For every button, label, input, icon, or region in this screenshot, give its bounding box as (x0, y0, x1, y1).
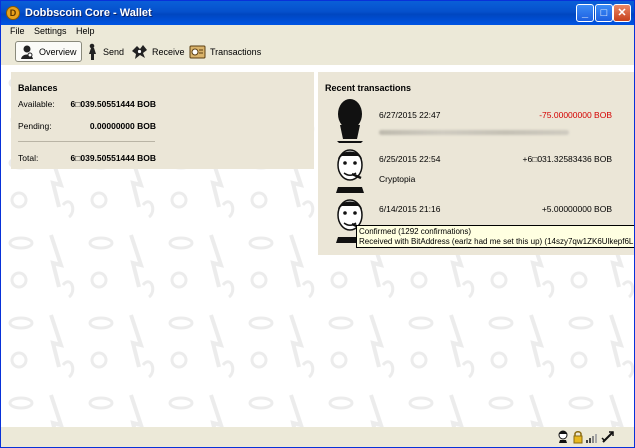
overview-label: Overview (39, 46, 77, 57)
transaction-amount: -75.00000000 BOB (539, 110, 612, 120)
bob-icon[interactable] (557, 430, 569, 444)
window-title: Dobbscoin Core - Wallet (25, 7, 152, 19)
transaction-date: 6/14/2015 21:16 (379, 204, 441, 214)
status-bar (1, 427, 634, 447)
receive-button[interactable]: Receive (131, 41, 185, 62)
title-bar[interactable]: D Dobbscoin Core - Wallet _ □ ✕ (1, 1, 634, 25)
balance-divider (18, 141, 155, 142)
pending-value: 0.00000000 BOB (89, 121, 156, 131)
menu-file[interactable]: File (10, 26, 25, 36)
transaction-amount: +6□031.32583436 BOB (522, 154, 613, 164)
transaction-label: Cryptopia (379, 174, 416, 184)
transactions-icon (189, 45, 206, 58)
recent-transactions-title: Recent transactions (325, 83, 412, 93)
transactions-button[interactable]: Transactions (189, 41, 261, 62)
pending-label: Pending: (18, 121, 52, 131)
tooltip-details: Received with BitAddress (earlz had me s… (359, 237, 634, 246)
transaction-date: 6/27/2015 22:47 (379, 110, 441, 120)
bob-face-icon (336, 149, 364, 193)
total-label: Total: (18, 153, 39, 163)
transactions-label: Transactions (210, 46, 262, 57)
transaction-tooltip: Confirmed (1292 confirmations) Received … (356, 225, 634, 248)
balances-panel: Balances Available: 6□039.50551444 BOB P… (11, 72, 314, 169)
tooltip-status: Confirmed (1292 confirmations) (359, 227, 472, 236)
bob-silhouette-icon (337, 99, 363, 143)
overview-icon (21, 45, 33, 59)
transaction-row[interactable]: 6/25/2015 22:54 +6□031.32583436 BOB Cryp… (318, 147, 634, 195)
send-label: Send (103, 46, 125, 57)
close-button[interactable]: ✕ (613, 4, 631, 22)
overview-button[interactable]: Overview (15, 41, 82, 62)
menu-help[interactable]: Help (76, 26, 95, 36)
available-value: 6□039.50551444 BOB (70, 99, 156, 109)
dobbscoin-logo-icon: D (6, 6, 20, 20)
receive-icon (132, 44, 147, 59)
balances-title: Balances (18, 83, 58, 93)
transaction-date: 6/25/2015 22:54 (379, 154, 441, 164)
menu-bar: File Settings Help (1, 25, 634, 39)
available-label: Available: (18, 99, 55, 109)
app-window: D Dobbscoin Core - Wallet _ □ ✕ File Set… (0, 0, 635, 448)
lock-icon[interactable] (573, 430, 583, 444)
menu-settings[interactable]: Settings (34, 26, 67, 36)
toolbar: Overview Send Receive Transactions (1, 39, 634, 65)
send-icon (89, 43, 96, 60)
sync-check-icon[interactable] (601, 430, 615, 444)
transaction-row[interactable]: 6/27/2015 22:47 -75.00000000 BOB (318, 97, 634, 145)
receive-label: Receive (152, 46, 185, 57)
send-button[interactable]: Send (87, 41, 124, 62)
minimize-button[interactable]: _ (576, 4, 594, 22)
total-value: 6□039.50551444 BOB (70, 153, 156, 163)
maximize-button[interactable]: □ (595, 4, 613, 22)
signal-bars-icon[interactable] (586, 430, 598, 444)
transaction-label-obscured (379, 130, 569, 135)
transaction-amount: +5.00000000 BOB (541, 204, 612, 214)
